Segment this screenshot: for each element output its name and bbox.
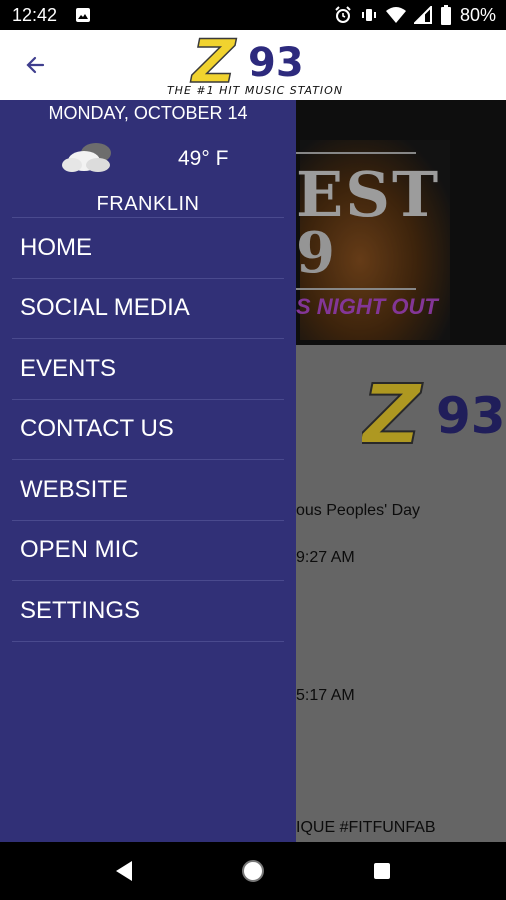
- menu-item-events[interactable]: EVENTS: [12, 338, 284, 399]
- weather-row: 49° F: [0, 140, 296, 176]
- menu-item-open-mic[interactable]: OPEN MIC: [12, 519, 284, 581]
- menu-item-social-media[interactable]: SOCIAL MEDIA: [12, 277, 284, 339]
- back-button[interactable]: [20, 50, 50, 80]
- svg-text:93: 93: [248, 40, 304, 86]
- app-header: Z 93 THE #1 HIT MUSIC STATION: [0, 30, 506, 100]
- menu-item-settings[interactable]: SETTINGS: [12, 580, 284, 641]
- battery-icon: [440, 5, 452, 25]
- drawer-menu: HOME SOCIAL MEDIA EVENTS CONTACT US WEBS…: [12, 217, 284, 642]
- status-time: 12:42: [12, 4, 58, 25]
- weather-city: FRANKLIN: [96, 193, 200, 215]
- vibrate-icon: [360, 6, 378, 24]
- triangle-back-icon: [116, 861, 133, 881]
- alarm-icon: [334, 6, 352, 24]
- wifi-icon: [385, 6, 406, 24]
- image-notification-icon: [75, 7, 91, 23]
- system-nav-bar: [0, 842, 506, 900]
- nav-home-button[interactable]: [233, 851, 273, 891]
- weather-temperature: 49° F: [178, 147, 229, 170]
- menu-item-website[interactable]: WEBSITE: [12, 459, 284, 520]
- nav-back-button[interactable]: [104, 851, 144, 891]
- battery-percent: 80%: [459, 4, 496, 25]
- menu-item-home[interactable]: HOME: [12, 217, 284, 278]
- weather-date: MONDAY, OCTOBER 14: [48, 103, 248, 123]
- circle-home-icon: [241, 860, 264, 882]
- tagline: THE #1 HIT MUSIC STATION: [166, 84, 344, 97]
- menu-item-contact-us[interactable]: CONTACT US: [12, 398, 284, 460]
- nav-recents-button[interactable]: [362, 851, 402, 891]
- arrow-back-icon: [26, 56, 45, 74]
- square-recents-icon: [373, 863, 390, 879]
- menu-divider: [12, 640, 284, 642]
- screen: 12:42 80% Z 93 THE #1 HIT MUSIC STATION …: [0, 0, 506, 900]
- status-bar: 12:42 80%: [0, 0, 506, 30]
- navigation-drawer: MONDAY, OCTOBER 14 49° F FRANKLIN HOME S…: [0, 100, 296, 842]
- cell-signal-icon: [413, 6, 432, 24]
- partly-cloudy-icon: [62, 143, 111, 172]
